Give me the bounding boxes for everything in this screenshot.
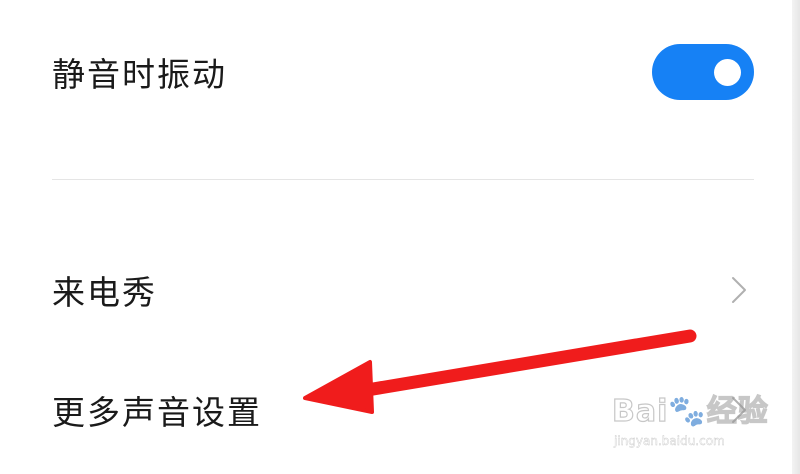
toggle-knob xyxy=(714,59,741,86)
watermark-brand-text: Bai🐾经验 xyxy=(611,393,769,429)
watermark-logo: Bai🐾经验 jingyan.baidu.com xyxy=(611,386,768,456)
vibrate-on-silent-toggle[interactable] xyxy=(652,44,754,100)
setting-row-vibrate-on-silent[interactable]: 静音时振动 xyxy=(52,44,754,100)
section-divider xyxy=(52,179,754,180)
sound-settings-screen: 静音时振动 来电秀 更多声音设置 Bai🐾经验 jingyan.baidu.co… xyxy=(0,0,800,474)
chevron-right-icon xyxy=(724,270,754,310)
watermark-url-text: jingyan.baidu.com xyxy=(614,434,725,448)
setting-label-vibrate-on-silent: 静音时振动 xyxy=(52,55,227,94)
setting-label-more-sound-settings: 更多声音设置 xyxy=(52,393,262,432)
setting-label-ringtone-show: 来电秀 xyxy=(52,273,157,312)
scroll-edge xyxy=(792,0,800,474)
setting-row-ringtone-show[interactable]: 来电秀 xyxy=(52,262,754,318)
